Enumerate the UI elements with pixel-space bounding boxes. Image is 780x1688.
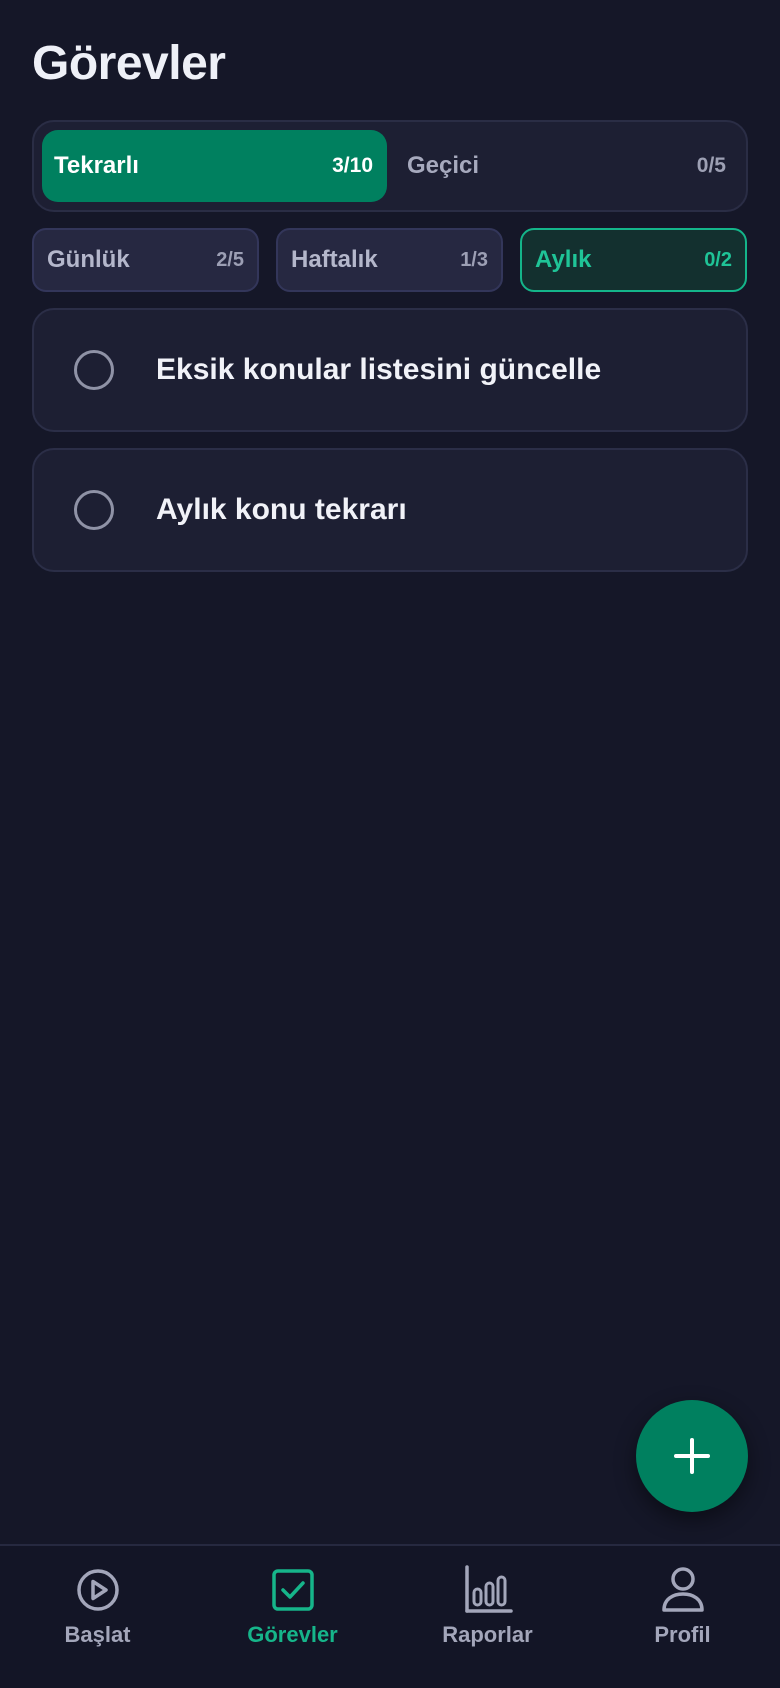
nav-tasks[interactable]: Görevler [195, 1546, 390, 1688]
page-title: Görevler [32, 37, 226, 90]
filter-daily[interactable]: Günlük 2/5 [32, 228, 259, 292]
filter-daily-label: Günlük [47, 246, 130, 273]
task-type-segment: Tekrarlı 3/10 Geçici 0/5 [32, 120, 748, 212]
filter-daily-count: 2/5 [216, 248, 244, 271]
checkbox-icon [271, 1569, 314, 1611]
user-icon [661, 1567, 704, 1612]
nav-profile-label: Profil [654, 1622, 711, 1647]
filter-weekly-count: 1/3 [460, 248, 488, 271]
play-circle-icon [76, 1569, 119, 1611]
segment-recurring-label: Tekrarlı [54, 152, 139, 179]
nav-reports-label: Raporlar [442, 1622, 533, 1647]
tasks-screen: Görevler Tekrarlı 3/10 Geçici 0/5 Günlük… [0, 0, 780, 1688]
nav-start-label: Başlat [64, 1622, 131, 1647]
segment-temporary[interactable]: Geçici 0/5 [387, 130, 738, 202]
task-checkbox[interactable] [74, 490, 114, 530]
nav-profile[interactable]: Profil [585, 1546, 780, 1688]
task-title: Eksik konular listesini güncelle [156, 353, 602, 386]
frequency-filters: Günlük 2/5 Haftalık 1/3 Aylık 0/2 [32, 228, 748, 292]
filter-monthly[interactable]: Aylık 0/2 [520, 228, 747, 292]
segment-recurring[interactable]: Tekrarlı 3/10 [42, 130, 387, 202]
task-list: Eksik konular listesini güncelle Aylık k… [32, 308, 748, 588]
task-title: Aylık konu tekrarı [156, 493, 407, 526]
segment-recurring-count: 3/10 [332, 154, 373, 177]
bottom-nav: Başlat Görevler Raporlar Profil [0, 1544, 780, 1688]
segment-temporary-label: Geçici [407, 152, 480, 179]
bar-chart-icon [464, 1565, 513, 1613]
nav-tasks-label: Görevler [247, 1622, 338, 1647]
task-checkbox[interactable] [74, 350, 114, 390]
add-task-button[interactable] [636, 1400, 748, 1512]
task-item[interactable]: Eksik konular listesini güncelle [32, 308, 748, 432]
nav-start[interactable]: Başlat [0, 1546, 195, 1688]
plus-icon [674, 1438, 710, 1474]
filter-monthly-label: Aylık [535, 246, 592, 273]
nav-reports[interactable]: Raporlar [390, 1546, 585, 1688]
filter-monthly-count: 0/2 [704, 248, 732, 271]
segment-temporary-count: 0/5 [696, 154, 726, 177]
filter-weekly-label: Haftalık [291, 246, 378, 273]
task-item[interactable]: Aylık konu tekrarı [32, 448, 748, 572]
filter-weekly[interactable]: Haftalık 1/3 [276, 228, 503, 292]
